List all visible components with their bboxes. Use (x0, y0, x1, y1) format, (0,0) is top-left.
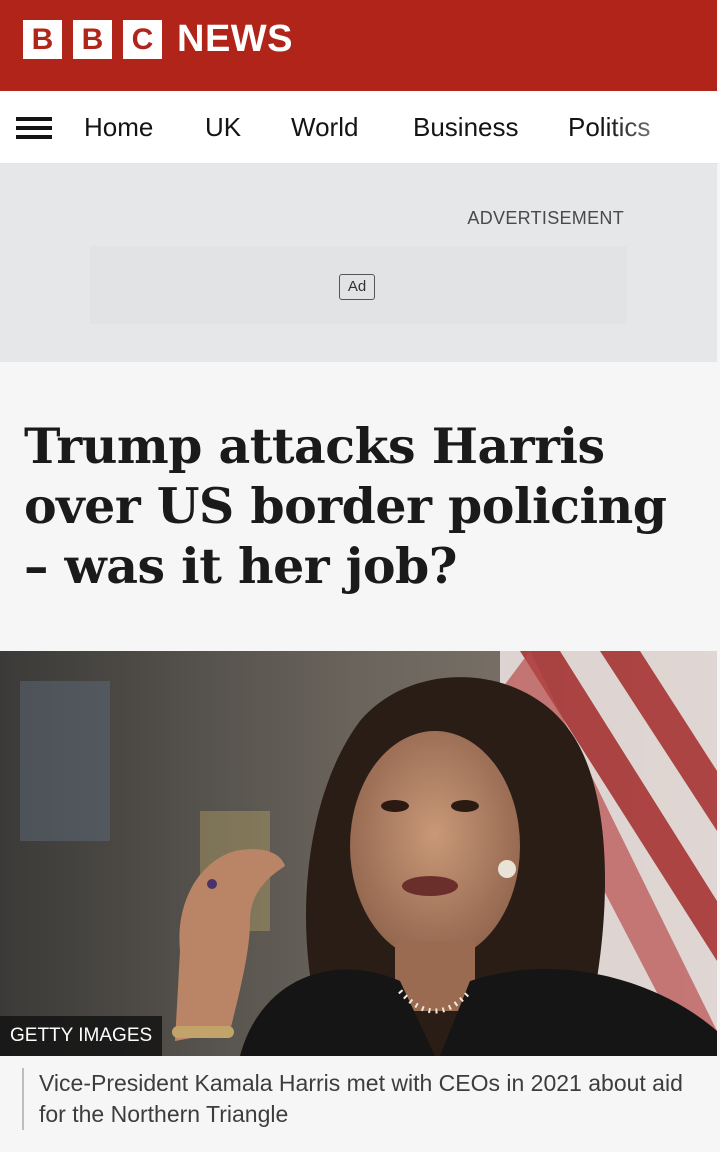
main-navigation: Home UK World Business Politics (0, 91, 720, 164)
nav-scroll-fade (607, 91, 717, 163)
nav-item-uk[interactable]: UK (205, 112, 241, 143)
advertisement-slot: ADVERTISEMENT Ad (0, 164, 717, 362)
image-caption: Vice-President Kamala Harris met with CE… (22, 1068, 702, 1130)
logo-letter-c: C (123, 20, 162, 59)
nav-item-home[interactable]: Home (84, 112, 153, 143)
image-credit: GETTY IMAGES (0, 1016, 163, 1056)
article-hero-image[interactable]: GETTY IMAGES (0, 651, 717, 1056)
nav-item-business[interactable]: Business (413, 112, 519, 143)
hamburger-menu-icon[interactable] (16, 117, 52, 139)
bbc-news-logo[interactable]: B B C NEWS (23, 20, 293, 59)
article-headline: Trump attacks Harris over US border poli… (24, 417, 667, 595)
advertisement-label: ADVERTISEMENT (467, 208, 624, 228)
hero-photo (0, 651, 717, 1056)
logo-letter-b2: B (73, 20, 112, 59)
masthead: B B C NEWS (0, 0, 720, 91)
logo-news-text: NEWS (177, 18, 293, 60)
nav-item-world[interactable]: World (291, 112, 358, 143)
ad-badge: Ad (339, 274, 375, 300)
logo-letter-b1: B (23, 20, 62, 59)
